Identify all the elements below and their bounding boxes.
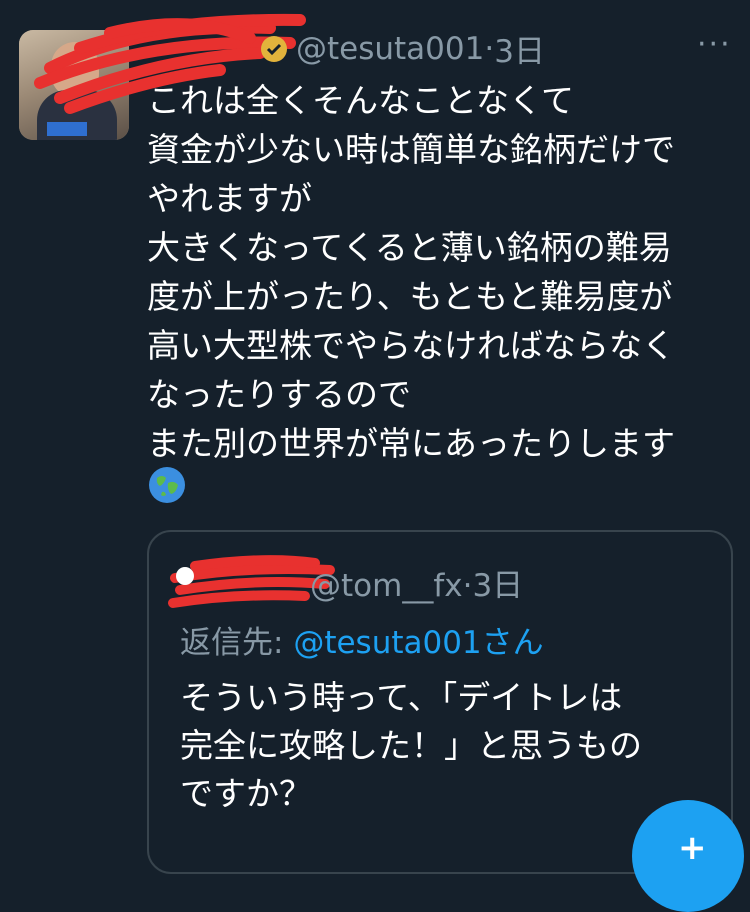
author-avatar[interactable]: [19, 30, 129, 140]
tweet-handle[interactable]: @tesuta001: [296, 31, 484, 67]
tweet-text: これは全くそんなことなくて 資金が少ない時は簡単な銘柄だけで やれますが 大きく…: [147, 81, 675, 463]
more-options-icon[interactable]: ···: [697, 30, 731, 60]
quote-separator: ·: [462, 568, 473, 604]
quote-text: そういう時って、「デイトレは 完全に攻略した！」と思うもの ですか？: [180, 678, 642, 813]
quote-header: @tom__fx·3日: [310, 560, 523, 605]
tweet-header: @tesuta001 · 3日: [150, 26, 545, 71]
globe-icon: [149, 467, 185, 503]
verified-badge-icon: [261, 35, 287, 62]
reply-prefix: 返信先:: [180, 625, 294, 661]
tweet-separator: ·: [484, 30, 495, 67]
tweet-time[interactable]: 3日: [494, 26, 545, 71]
compose-fab-button[interactable]: +: [632, 800, 744, 912]
quote-handle[interactable]: @tom__fx: [310, 568, 463, 604]
quote-time: 3日: [472, 568, 524, 604]
reply-to-line: 返信先: @tesuta001さん: [180, 617, 544, 662]
fab-label: +: [678, 828, 707, 868]
reply-mention-link[interactable]: @tesuta001さん: [293, 625, 543, 661]
